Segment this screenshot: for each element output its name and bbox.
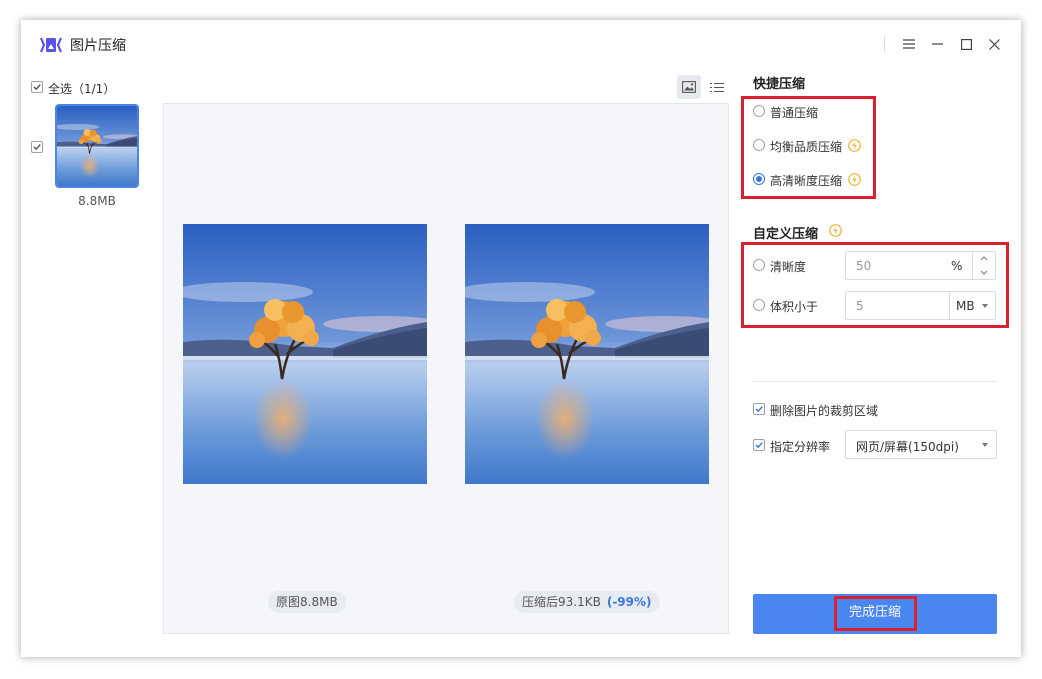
resolution-value: 网页/屏幕(150dpi) <box>856 440 959 454</box>
app-title: 图片压缩 <box>70 38 126 54</box>
vip-icon <box>829 224 842 237</box>
custom-option-size-label: 体积小于 <box>770 300 819 314</box>
title-divider <box>884 36 885 52</box>
check-icon <box>755 442 763 449</box>
size-unit-select[interactable]: MB <box>949 292 995 319</box>
list-view-button[interactable] <box>705 75 729 99</box>
custom-option-clarity-radio[interactable] <box>753 259 765 271</box>
vip-icon <box>848 173 861 186</box>
file-item-thumbnail[interactable] <box>55 104 139 188</box>
quick-option-hd-radio[interactable] <box>753 173 765 185</box>
select-all-checkbox[interactable] <box>31 81 43 93</box>
image-view-button[interactable] <box>677 75 701 99</box>
size-unit: MB <box>956 299 975 313</box>
custom-option-size[interactable]: 体积小于 <box>753 298 843 314</box>
chevron-down-icon <box>980 270 988 275</box>
compressed-size-badge: 压缩后93.1KB (-99%) <box>514 591 660 613</box>
custom-option-clarity[interactable]: 清晰度 <box>753 258 843 274</box>
clarity-input[interactable]: 50 % <box>845 251 996 280</box>
quick-option-normal[interactable]: 普通压缩 <box>753 104 873 120</box>
finish-compress-button[interactable]: 完成压缩 <box>753 594 997 634</box>
preview-panel: 原图8.8MB 压缩后93.1KB (-99%) <box>163 103 729 634</box>
menu-button[interactable] <box>898 33 920 55</box>
quick-option-balanced-label: 均衡品质压缩 <box>770 140 843 154</box>
close-icon <box>988 38 1000 50</box>
remove-crop-option[interactable]: 删除图片的裁剪区域 <box>753 402 893 418</box>
quick-compress-title: 快捷压缩 <box>753 77 806 92</box>
quick-option-balanced-radio[interactable] <box>753 139 765 151</box>
chevron-up-icon <box>980 256 988 261</box>
image-icon <box>682 81 696 93</box>
clarity-increase-button[interactable] <box>973 252 995 265</box>
compression-ratio: (-99%) <box>606 595 652 609</box>
check-icon <box>755 406 763 413</box>
compressed-size-label: 压缩后93.1KB <box>522 595 601 609</box>
remove-crop-checkbox[interactable] <box>753 403 765 415</box>
quick-option-normal-label: 普通压缩 <box>770 106 819 120</box>
remove-crop-label: 删除图片的裁剪区域 <box>770 404 879 418</box>
resolution-option[interactable]: 指定分辨率 <box>753 438 843 454</box>
custom-compress-title: 自定义压缩 <box>753 227 819 242</box>
app-window: 图片压缩 全选（1/1） 8.8MB 原图8.8MB 压缩后93.1KB (-9… <box>21 20 1021 657</box>
size-input[interactable]: 5 MB <box>845 291 996 320</box>
select-all-label: 全选（1/1） <box>48 82 116 96</box>
resolution-select[interactable]: 网页/屏幕(150dpi) <box>845 430 997 459</box>
vip-icon <box>848 139 861 152</box>
resolution-label: 指定分辨率 <box>770 440 831 454</box>
quick-option-normal-radio[interactable] <box>753 105 765 117</box>
caret-down-icon <box>982 304 988 308</box>
size-value: 5 <box>856 299 864 313</box>
app-logo-icon <box>39 37 63 53</box>
clarity-decrease-button[interactable] <box>973 266 995 279</box>
thumbnail-image <box>57 106 137 186</box>
quick-option-hd[interactable]: 高清晰度压缩 <box>753 172 873 188</box>
clarity-unit: % <box>951 259 963 273</box>
quick-option-balanced[interactable]: 均衡品质压缩 <box>753 138 873 154</box>
resolution-checkbox[interactable] <box>753 439 765 451</box>
close-button[interactable] <box>983 33 1005 55</box>
finish-button-highlight <box>834 596 917 631</box>
quick-option-hd-label: 高清晰度压缩 <box>770 174 843 188</box>
section-divider <box>753 381 998 382</box>
original-image <box>183 224 427 484</box>
check-icon <box>33 84 41 91</box>
original-size-label: 原图8.8MB <box>276 595 338 609</box>
compressed-image <box>465 224 709 484</box>
maximize-icon <box>960 38 972 50</box>
menu-icon <box>903 39 915 49</box>
file-item-size: 8.8MB <box>78 194 116 208</box>
minimize-button[interactable] <box>926 33 948 55</box>
check-icon <box>33 144 41 151</box>
custom-option-clarity-label: 清晰度 <box>770 260 807 274</box>
original-size-badge: 原图8.8MB <box>268 591 346 613</box>
maximize-button[interactable] <box>955 33 977 55</box>
clarity-value: 50 <box>856 259 872 273</box>
list-icon <box>710 82 724 92</box>
clarity-stepper[interactable] <box>972 252 995 279</box>
caret-down-icon <box>982 443 988 447</box>
custom-option-size-radio[interactable] <box>753 299 765 311</box>
minimize-icon <box>931 43 943 45</box>
file-item-checkbox[interactable] <box>31 141 43 153</box>
